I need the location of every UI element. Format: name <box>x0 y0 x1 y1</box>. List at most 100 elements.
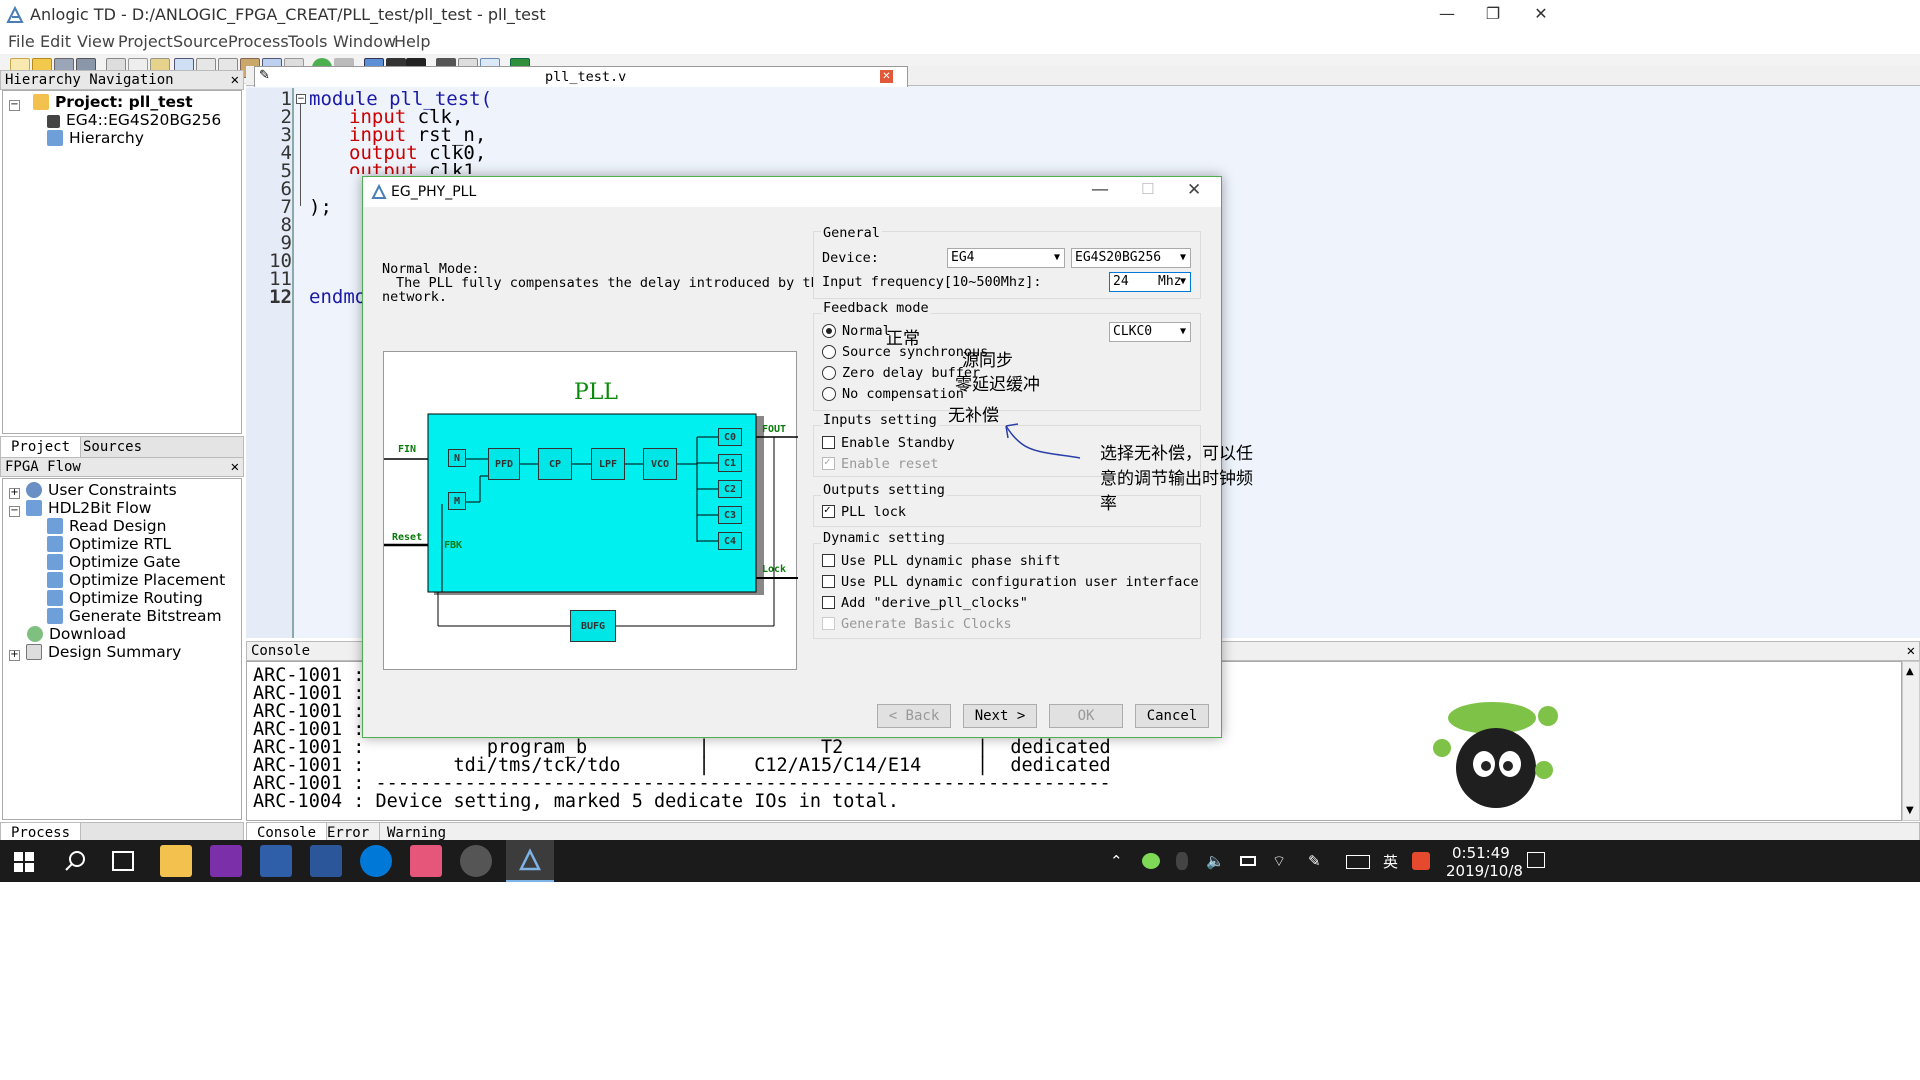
tray-chevron-icon[interactable]: ⌃ <box>1110 852 1123 870</box>
radio-no-comp[interactable]: No compensation <box>822 386 964 402</box>
checkbox-icon <box>822 596 835 609</box>
checkbox-icon <box>822 554 835 567</box>
volume-icon[interactable]: 🔈 <box>1206 852 1225 870</box>
hierarchy-title-label: Hierarchy Navigation <box>5 72 174 88</box>
tab-label: pll_test.v <box>545 69 627 85</box>
onenote-icon[interactable] <box>210 845 242 877</box>
device-part-select[interactable]: EG4S20BG256 ▼ <box>1071 248 1191 268</box>
back-button[interactable]: < Back <box>877 704 951 728</box>
windows-start-icon[interactable] <box>14 852 34 872</box>
menu-window[interactable]: Window <box>333 32 396 51</box>
flow-item-design-summary[interactable]: + Design Summary <box>9 641 181 663</box>
mascot-sticker <box>1426 698 1566 818</box>
dynamic-config-checkbox[interactable]: Use PLL dynamic configuration user inter… <box>822 574 1199 590</box>
device-family-select[interactable]: EG4 ▼ <box>947 248 1065 268</box>
menu-view[interactable]: View <box>77 32 115 51</box>
keyboard-icon[interactable] <box>1346 855 1370 869</box>
close-panel-icon[interactable]: ✕ <box>231 458 239 476</box>
fout-label: FOUT <box>762 424 787 435</box>
freq-input[interactable]: 24 Mhz ▼ <box>1109 272 1191 292</box>
anlogic-taskbar-button[interactable] <box>506 840 554 882</box>
close-panel-icon[interactable]: ✕ <box>231 71 239 89</box>
ime-indicator[interactable]: 英 <box>1383 851 1398 872</box>
clock-time[interactable]: 0:51:49 <box>1452 844 1510 862</box>
annotation-note: 意的调节输出时钟频 <box>1100 469 1253 489</box>
annotation-note: 选择无补偿，可以任 <box>1100 444 1253 464</box>
wechat-icon[interactable] <box>1142 853 1160 869</box>
console-scrollbar[interactable]: ▲ ▼ <box>1902 661 1920 821</box>
enable-standby-checkbox[interactable]: Enable Standby <box>822 435 955 451</box>
ok-button[interactable]: OK <box>1049 704 1123 728</box>
qq-icon[interactable] <box>1176 852 1188 870</box>
inputs-title: Inputs setting <box>821 412 939 428</box>
hierarchy-label: Hierarchy <box>69 129 144 147</box>
annotation-arrow-icon <box>1005 423 1081 459</box>
menu-file[interactable]: File <box>8 32 35 51</box>
notification-icon[interactable] <box>1527 852 1545 868</box>
task-view-icon[interactable] <box>112 851 134 871</box>
radio-normal[interactable]: Normal <box>822 323 891 339</box>
bilibili-icon[interactable] <box>410 845 442 877</box>
step-icon <box>47 536 63 552</box>
tree-node-hierarchy[interactable]: Hierarchy <box>47 127 144 149</box>
menu-source[interactable]: Source <box>173 32 228 51</box>
media-app-icon[interactable] <box>460 845 492 877</box>
code-line-5[interactable]: output clk1 <box>349 160 475 174</box>
collapse-icon[interactable]: − <box>9 100 20 111</box>
devcpp-icon[interactable] <box>260 845 292 877</box>
clock-date[interactable]: 2019/10/8 <box>1446 862 1523 880</box>
next-button[interactable]: Next > <box>963 704 1037 728</box>
pen-workspace-icon[interactable]: ✎ <box>1308 852 1321 870</box>
dialog-title: EG_PHY_PLL <box>391 184 477 200</box>
edge-icon[interactable] <box>360 845 392 877</box>
menu-help[interactable]: Help <box>394 32 430 51</box>
tab-sources[interactable]: Sources <box>73 437 152 458</box>
dialog-maximize-icon[interactable]: ☐ <box>1141 180 1154 198</box>
search-icon[interactable] <box>64 850 86 872</box>
checkbox-icon: ✓ <box>822 503 835 518</box>
dynamic-phase-checkbox[interactable]: Use PLL dynamic phase shift <box>822 553 1060 569</box>
pll-lock-checkbox[interactable]: ✓ PLL lock <box>822 503 907 520</box>
wifi-icon[interactable]: ⌔ <box>1272 852 1286 871</box>
menu-tools[interactable]: Tools <box>288 32 327 51</box>
dialog-titlebar: EG_PHY_PLL — ☐ ✕ <box>363 177 1221 207</box>
code-line-7[interactable]: ); <box>309 196 332 218</box>
menu-process[interactable]: Process <box>228 32 289 51</box>
word-icon[interactable] <box>310 845 342 877</box>
outputs-title: Outputs setting <box>821 482 947 498</box>
tab-pll-test[interactable]: ✎ pll_test.v ✕ <box>254 66 908 87</box>
file-explorer-icon[interactable] <box>160 845 192 877</box>
dialog-minimize-icon[interactable]: — <box>1091 179 1109 200</box>
menu-project[interactable]: Project <box>118 32 173 51</box>
checkbox-label: PLL lock <box>841 504 907 520</box>
reset-label: Reset <box>392 532 423 543</box>
fpga-flow-title-label: FPGA Flow <box>5 459 81 475</box>
close-panel-icon[interactable]: ✕ <box>1907 642 1915 660</box>
scroll-down-icon[interactable]: ▼ <box>1906 805 1914 816</box>
expand-icon[interactable]: + <box>9 650 20 661</box>
freq-label: Input frequency[10~500Mhz]: <box>822 274 1042 290</box>
collapse-icon[interactable]: − <box>9 506 20 517</box>
dialog-close-icon[interactable]: ✕ <box>1187 180 1201 200</box>
battery-icon[interactable] <box>1240 856 1256 866</box>
cancel-button[interactable]: Cancel <box>1135 704 1209 728</box>
tab-project[interactable]: Project <box>1 437 82 458</box>
checkbox-label: Enable Standby <box>841 435 955 451</box>
close-tab-icon[interactable]: ✕ <box>880 70 893 83</box>
step-icon <box>47 590 63 606</box>
fold-icon[interactable]: − <box>296 94 306 104</box>
editor-tabbar: ✎ pll_test.v ✕ <box>246 66 1920 87</box>
checkbox-label: Enable reset <box>841 456 939 472</box>
radio-icon <box>822 324 836 338</box>
derive-clocks-checkbox[interactable]: Add "derive_pll_clocks" <box>822 595 1028 611</box>
basic-clocks-checkbox[interactable]: Generate Basic Clocks <box>822 616 1012 632</box>
checkbox-label: Generate Basic Clocks <box>841 616 1012 632</box>
feedback-clock-select[interactable]: CLKC0 ▼ <box>1109 322 1191 342</box>
chevron-down-icon: ▼ <box>1179 276 1186 287</box>
sogou-ime-icon[interactable] <box>1412 852 1430 870</box>
menu-edit[interactable]: Edit <box>40 32 71 51</box>
enable-reset-checkbox[interactable]: ✓ Enable reset <box>822 455 939 472</box>
scroll-up-icon[interactable]: ▲ <box>1906 666 1914 677</box>
fold-line <box>300 104 301 206</box>
close-button[interactable]: ✕ <box>1512 0 1570 30</box>
